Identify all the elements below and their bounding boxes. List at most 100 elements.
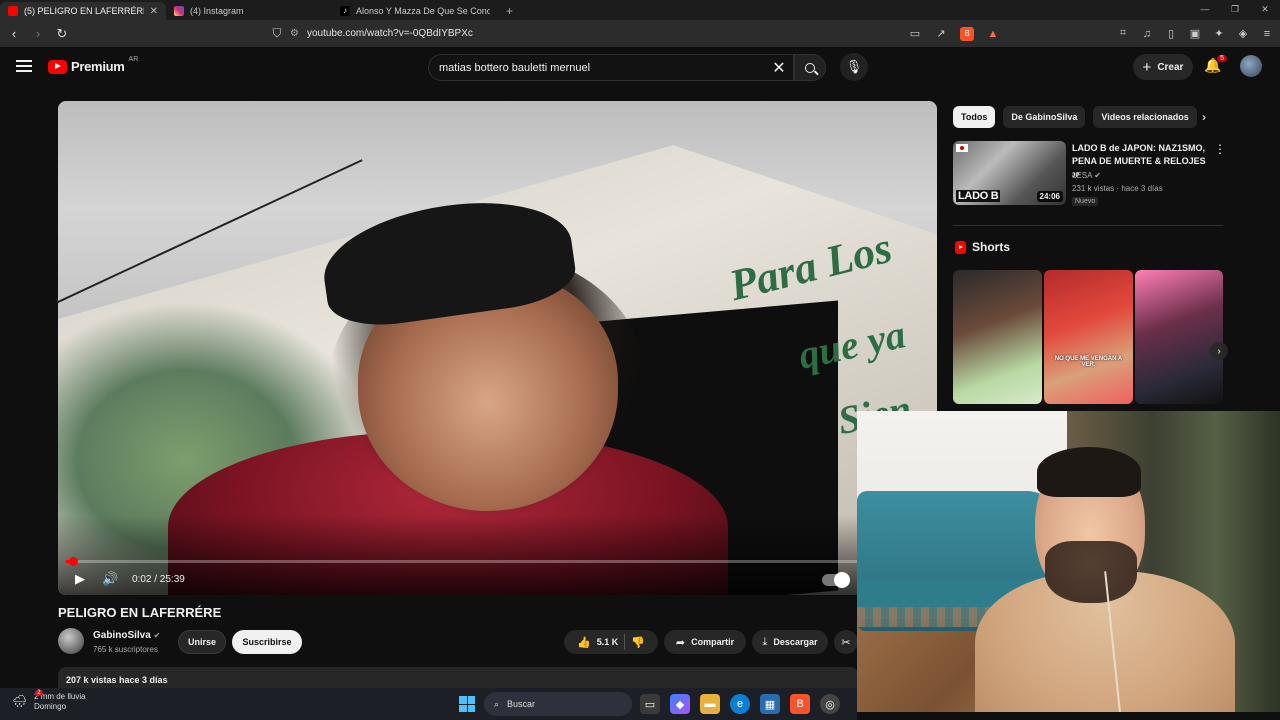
subscriber-count: 765 k suscriptores (93, 645, 158, 654)
vpn-icon[interactable]: ◈ (1236, 27, 1250, 41)
channel-avatar[interactable] (58, 628, 84, 654)
hamburger-menu-icon[interactable] (16, 60, 32, 72)
notifications-bell-icon[interactable]: 🔔 5 (1203, 55, 1227, 77)
maximize-button[interactable]: ❐ (1220, 0, 1250, 18)
autoplay-toggle[interactable] (821, 572, 850, 588)
related-video-thumbnail[interactable]: LADO B 24:06 (953, 141, 1066, 205)
share-icon[interactable]: ↗ (934, 27, 948, 41)
store-icon[interactable]: ▦ (760, 694, 780, 714)
divider (953, 225, 1223, 226)
windows-taskbar: 🌧 2 2 mm de lluvia Domingo ⌕ Buscar ▭ ◆ ▬… (0, 688, 857, 720)
chip-related[interactable]: Videos relacionados (1093, 106, 1197, 128)
taskbar-search[interactable]: ⌕ Buscar (484, 692, 632, 716)
menu-icon[interactable]: ≡ (1260, 27, 1274, 41)
play-icon[interactable]: ▶ (72, 571, 88, 587)
task-view-icon[interactable]: ▭ (640, 694, 660, 714)
new-tab-button[interactable]: + (498, 2, 521, 20)
youtube-premium-logo[interactable]: Premium AR (48, 56, 138, 74)
weather-line-2: Domingo (34, 702, 67, 711)
cast-icon[interactable]: ▭ (908, 27, 922, 41)
brave-shields-icon[interactable]: B (960, 26, 974, 41)
close-icon[interactable]: ✕ (150, 6, 158, 17)
app-icon[interactable]: ◎ (820, 694, 840, 714)
progress-bar[interactable] (66, 557, 929, 566)
scrubber-handle[interactable] (68, 557, 78, 566)
edge-icon[interactable]: e (730, 694, 750, 714)
address-bar-row: ‹ › ↻ ⛉ ⚙ youtube.com/watch?v=-0QBdIYBPX… (0, 20, 1280, 47)
back-button[interactable]: ‹ (4, 24, 24, 44)
download-button[interactable]: ⤓ Descargar (752, 630, 828, 654)
taskbar-search-label: Buscar (507, 699, 536, 709)
short-thumbnail[interactable] (1135, 270, 1223, 404)
forward-button[interactable]: › (28, 24, 48, 44)
rain-icon: 🌧 2 (12, 690, 43, 708)
search-icon (805, 62, 815, 73)
search-query: matias bottero bauletti mernuel (439, 61, 591, 74)
url-field[interactable]: ⚙ youtube.com/watch?v=-0QBdIYBPXc (290, 23, 900, 45)
like-count[interactable]: 5.1 K (597, 637, 619, 647)
divider (624, 634, 626, 650)
short-thumbnail[interactable]: NO QUE ME VENGAN A VER. (1044, 270, 1133, 404)
dislike-icon[interactable]: 👎 (631, 636, 645, 649)
brave-icon[interactable]: B (790, 694, 810, 714)
minimize-button[interactable]: — (1190, 0, 1220, 18)
start-menu-icon[interactable] (459, 696, 475, 712)
shorts-next-icon[interactable]: › (1210, 342, 1228, 360)
related-channel-name: LESA (1072, 171, 1093, 180)
brave-rewards-icon[interactable]: ▲ (986, 27, 1000, 41)
youtube-header: Premium AR matias bottero bauletti mernu… (0, 47, 1280, 89)
youtube-play-icon (48, 59, 67, 74)
voice-search-icon[interactable]: 🎙 (840, 53, 868, 81)
related-meta: 231 k vistas · hace 3 días (1072, 184, 1163, 193)
search-button[interactable] (794, 54, 826, 81)
related-channel[interactable]: LESA ✔ (1072, 171, 1101, 180)
taskbar-apps: ▭ ◆ ▬ e ▦ B ◎ (640, 694, 840, 714)
webcam-person-beard (1045, 541, 1137, 603)
search-input[interactable]: matias bottero bauletti mernuel ✕ (428, 54, 794, 81)
leo-icon[interactable]: ✦ (1212, 27, 1226, 41)
sidebar-icon[interactable]: ▯ (1164, 27, 1178, 41)
media-icon[interactable]: ♫ (1140, 27, 1154, 41)
plus-icon: + (1142, 58, 1152, 76)
browser-tab-tiktok[interactable]: ♪ Alonso Y Mazza De Que Se Conocen (332, 2, 498, 20)
screenshot-icon[interactable]: ⌗ (1116, 27, 1130, 41)
left-controls: ▶ 🔊 0:02 / 25:39 (72, 571, 185, 587)
more-options-icon[interactable]: ⋮ (1214, 142, 1226, 156)
weather-widget[interactable]: 🌧 2 2 mm de lluvia Domingo (12, 690, 86, 712)
new-badge: Nuevo (1072, 197, 1099, 206)
download-icon: ⤓ (762, 635, 768, 648)
create-button[interactable]: + Crear (1133, 54, 1193, 80)
channel-name[interactable]: GabinoSilva ✔ (93, 630, 160, 641)
search-icon: ⌕ (494, 698, 500, 709)
browser-tab-youtube[interactable]: (5) PELIGRO EN LAFERRÉRE - Yo ✕ (0, 2, 166, 20)
browser-tab-instagram[interactable]: (4) Instagram (166, 2, 332, 20)
clip-button[interactable]: ✂ (834, 630, 858, 654)
video-player[interactable]: Para Los que ya Sien ▶ 🔊 0:02 / 25:39 ▤ … (58, 101, 937, 595)
short-thumbnail[interactable] (953, 270, 1042, 404)
volume-icon[interactable]: 🔊 (102, 571, 118, 587)
chevron-right-icon[interactable]: › (1202, 110, 1206, 124)
share-button[interactable]: ➦ Compartir (664, 630, 746, 654)
join-button[interactable]: Unirse (178, 630, 226, 654)
chip-channel[interactable]: De GabinoSilva (1003, 106, 1086, 128)
like-icon[interactable]: 👍 (577, 636, 591, 649)
short-caption: NO QUE ME VENGAN A VER. (1054, 356, 1123, 368)
bookmark-icon[interactable]: ⛉ (268, 26, 286, 41)
shorts-heading: Shorts (955, 240, 1010, 254)
subscribe-button[interactable]: Suscribirse (232, 630, 302, 654)
instagram-icon (174, 6, 184, 16)
clear-search-icon[interactable]: ✕ (765, 58, 793, 78)
chip-all[interactable]: Todos (953, 106, 996, 128)
shorts-title: Shorts (972, 240, 1011, 254)
copilot-icon[interactable]: ◆ (670, 694, 690, 714)
wallet-icon[interactable]: ▣ (1188, 27, 1202, 41)
video-title: PELIGRO EN LAFERRÉRE (58, 605, 222, 620)
window-controls: — ❐ ✕ (1190, 0, 1280, 18)
views-date: 207 k vistas hace 3 días (66, 675, 168, 685)
close-window-button[interactable]: ✕ (1250, 0, 1280, 18)
site-info-icon[interactable]: ⚙ (290, 28, 299, 39)
reload-button[interactable]: ↻ (52, 24, 72, 44)
download-label: Descargar (773, 637, 818, 647)
file-explorer-icon[interactable]: ▬ (700, 694, 720, 714)
account-avatar[interactable] (1240, 55, 1262, 77)
